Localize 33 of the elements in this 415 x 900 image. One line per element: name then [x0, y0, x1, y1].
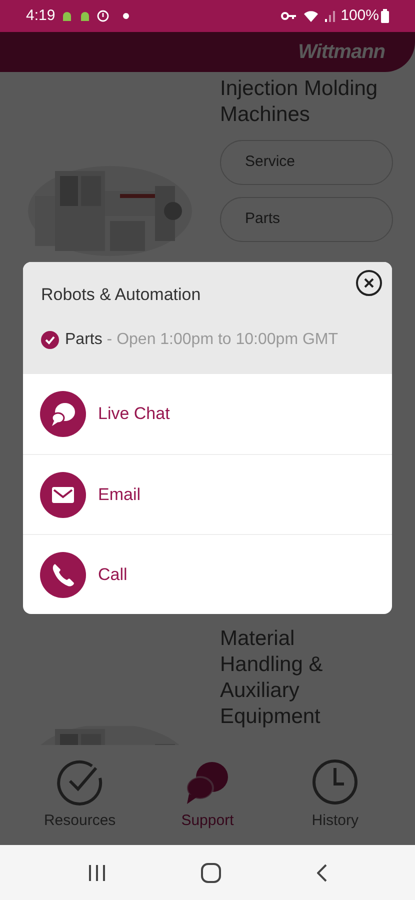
- checkmark-icon: [56, 758, 104, 806]
- nav-tab[interactable]: History: [280, 758, 390, 832]
- option-button[interactable]: Service: [220, 140, 393, 185]
- section-title: Injection Molding Machines: [220, 76, 379, 128]
- nav-tab[interactable]: Support: [152, 758, 262, 832]
- status-time: 4:19: [26, 6, 56, 26]
- phone-icon: [40, 552, 86, 598]
- key-icon: [280, 11, 297, 21]
- android-icon: [61, 10, 74, 22]
- department-status: Parts - Open 1:00pm to 10:00pm GMT: [65, 330, 338, 350]
- contact-option[interactable]: Call: [23, 534, 392, 614]
- close-button[interactable]: [356, 270, 382, 296]
- nav-tab[interactable]: Resources: [24, 758, 135, 832]
- back-icon: [317, 864, 328, 882]
- signal-icon: [324, 10, 335, 22]
- close-icon: [364, 278, 374, 288]
- envelope-icon: [40, 472, 86, 518]
- option-button[interactable]: Parts: [220, 197, 393, 242]
- contact-option[interactable]: Email: [23, 454, 392, 534]
- contact-option[interactable]: Live Chat: [23, 374, 392, 454]
- wifi-icon: [302, 10, 319, 22]
- battery-percent: 100%: [340, 6, 379, 26]
- android-icon: [79, 10, 92, 22]
- dialog-title: Robots & Automation: [41, 285, 201, 304]
- battery-icon: [381, 9, 389, 23]
- recents-icon: [88, 864, 106, 880]
- logo: Wittmann: [298, 40, 385, 65]
- dot-icon: [123, 13, 130, 19]
- alert-icon: [97, 10, 110, 22]
- chat-icon: [40, 391, 86, 437]
- clock-icon: [311, 758, 360, 806]
- section-title: Material Handling & Auxiliary Equipment: [220, 626, 324, 730]
- home-icon: [201, 862, 222, 882]
